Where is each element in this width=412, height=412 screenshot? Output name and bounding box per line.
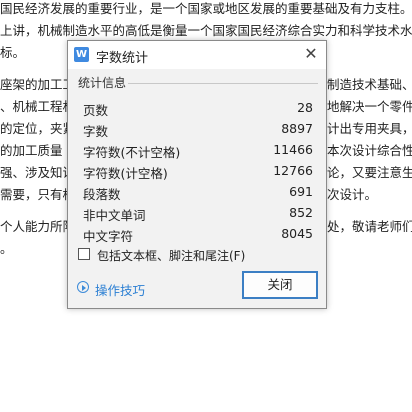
stat-row: 页数 28 — [83, 98, 313, 119]
document-text-line: 需要，只有相 — [0, 187, 76, 202]
stat-label: 字符数(不计空格) — [83, 145, 181, 160]
stat-row: 段落数 691 — [83, 182, 313, 203]
close-button[interactable]: 关闭 — [242, 271, 318, 299]
document-text-fragment: 地解决一个零件 — [327, 99, 412, 114]
stat-label: 中文字符 — [83, 229, 134, 244]
stat-value: 8045 — [281, 226, 313, 241]
stat-label: 非中文单词 — [83, 208, 146, 223]
document-text-fragment: 本次设计综合性 — [327, 143, 412, 158]
section-label: 统计信息 — [78, 76, 127, 90]
wps-writer-icon: W — [74, 47, 89, 62]
section-divider — [128, 83, 318, 84]
close-icon[interactable]: ✕ — [300, 43, 322, 65]
stat-label: 字数 — [83, 124, 109, 139]
document-text-line: 的定位，夹紧 — [0, 121, 76, 136]
document-text-line: 座架的加工工 — [0, 77, 76, 92]
document-text-line: 强、涉及知识 — [0, 165, 76, 180]
stat-value: 691 — [289, 184, 313, 199]
stat-row: 字符数(不计空格) 11466 — [83, 140, 313, 161]
stat-value: 852 — [289, 205, 313, 220]
document-text-line: 国民经济发展的重要行业，是一个国家或地区发展的重要基础及有力支柱。从 — [0, 1, 412, 16]
document-text-fragment: 制造技术基础、 — [327, 77, 412, 92]
stat-row: 字数 8897 — [83, 119, 313, 140]
stat-value: 28 — [297, 100, 313, 115]
stat-row: 非中文单词 852 — [83, 203, 313, 224]
document-text-line: 。 — [0, 241, 13, 256]
stat-row: 中文字符 8045 — [83, 224, 313, 245]
document-text-fragment: 计出专用夹具， — [327, 121, 412, 136]
document-text-fragment: 论，又要注意生 — [327, 165, 412, 180]
stats-list: 页数 28 字数 8897 字符数(不计空格) 11466 字符数(计空格) 12766 段落数… — [83, 98, 313, 245]
stat-label: 字符数(计空格) — [83, 166, 168, 181]
document-text-line: 、机械工程材 — [0, 99, 76, 114]
stat-value: 12766 — [273, 163, 313, 178]
stat-label: 页数 — [83, 103, 109, 118]
word-count-dialog: W 字数统计 ✕ 统计信息 页数 28 字数 8897 字符数(不计空格) 11466 字符… — [67, 40, 327, 309]
stat-label: 段落数 — [83, 187, 121, 202]
dialog-title: 字数统计 — [96, 51, 149, 66]
stat-value: 11466 — [273, 142, 313, 157]
document-text-fragment: 次设计。 — [327, 187, 378, 202]
document-text-line: 个人能力所限 — [0, 219, 76, 234]
play-circle-icon — [77, 281, 89, 293]
document-text-line: 上讲，机械制造水平的高低是衡量一个国家国民经济综合实力和科学技术水平 — [0, 23, 412, 38]
document-text-line: 标。 — [0, 45, 26, 60]
include-textbox-checkbox[interactable] — [78, 248, 90, 260]
dialog-titlebar: W 字数统计 ✕ — [68, 41, 326, 69]
stat-row: 字符数(计空格) 12766 — [83, 161, 313, 182]
stat-value: 8897 — [281, 121, 313, 136]
document-text-line: 的加工质量 — [0, 143, 63, 158]
document-text-fragment: 处，敬请老师们 — [327, 219, 412, 234]
tips-label[interactable]: 操作技巧 — [95, 280, 145, 299]
include-textbox-label[interactable]: 包括文本框、脚注和尾注(F) — [97, 247, 245, 264]
